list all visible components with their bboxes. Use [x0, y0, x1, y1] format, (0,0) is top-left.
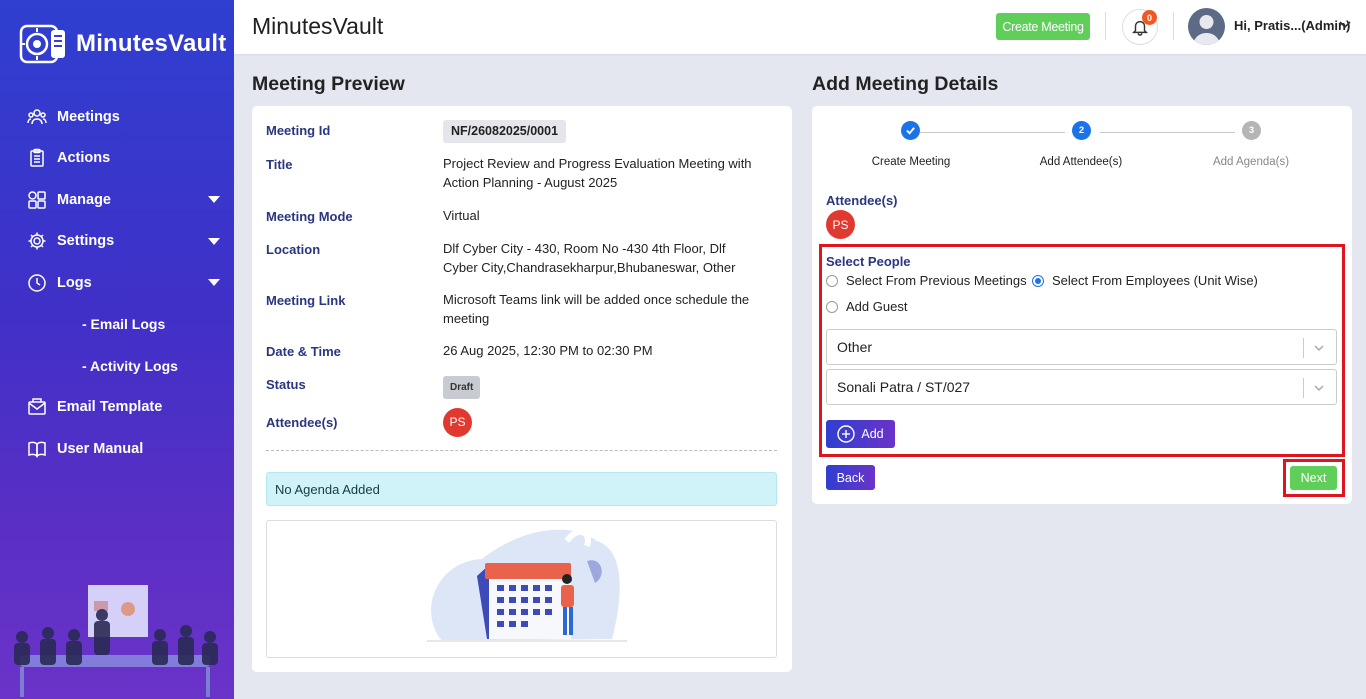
attendee-avatar: PS — [826, 210, 855, 239]
sidebar-item-email-template[interactable]: Email Template — [0, 387, 234, 429]
step-3-label: Add Agenda(s) — [1212, 156, 1290, 168]
sidebar-item-actions[interactable]: Actions — [0, 138, 234, 180]
sidebar-item-activity-logs[interactable]: - Activity Logs — [0, 345, 234, 387]
sidebar-nav: Meetings Actions Manage Settings Logs - … — [0, 96, 234, 470]
select-people-highlight — [819, 244, 1345, 457]
step-1-circle[interactable] — [901, 121, 920, 140]
location-label: Location — [266, 242, 321, 257]
preview-heading: Meeting Preview — [252, 73, 405, 95]
status-value-wrap: Draft — [443, 376, 763, 399]
mode-label: Meeting Mode — [266, 209, 353, 224]
step-connector — [1100, 132, 1235, 133]
book-icon — [26, 438, 48, 460]
sidebar-item-label: Manage — [57, 191, 111, 208]
topbar: MinutesVault Create Meeting 0 Hi, Pratis… — [234, 0, 1366, 54]
sidebar: MinutesVault Meetings Actions Manage Set… — [0, 0, 234, 699]
attendees-label: Attendee(s) — [826, 193, 898, 208]
sidebar-item-label: Email Template — [57, 399, 163, 416]
meeting-details-card: 2 3 Create Meeting Add Attendee(s) Add A… — [812, 106, 1352, 504]
location-value: Dlf Cyber City - 430, Room No -430 4th F… — [443, 241, 736, 275]
mode-value: Virtual — [443, 208, 480, 223]
brand-name: MinutesVault — [76, 30, 227, 57]
caret-down-icon — [208, 237, 220, 245]
step-2-circle[interactable]: 2 — [1072, 121, 1091, 140]
app-title: MinutesVault — [252, 13, 384, 39]
meeting-preview-card: Meeting Id NF/26082025/0001 Title Projec… — [252, 106, 792, 672]
sidebar-item-label: User Manual — [57, 440, 144, 457]
people-icon — [26, 106, 48, 128]
caret-down-icon — [208, 196, 220, 203]
vault-logo-icon — [19, 24, 65, 64]
meeting-id-value: NF/26082025/0001 — [443, 120, 567, 143]
create-meeting-button[interactable]: Create Meeting — [996, 13, 1090, 40]
back-button[interactable]: Back — [826, 465, 875, 490]
divider — [1173, 12, 1174, 40]
grid-icon — [26, 189, 48, 211]
step-connector — [920, 132, 1065, 133]
chevron-down-icon[interactable] — [1338, 18, 1352, 32]
notification-count-badge: 0 — [1142, 10, 1157, 25]
divider — [266, 450, 777, 451]
no-agenda-alert: No Agenda Added — [266, 472, 777, 506]
sidebar-item-user-manual[interactable]: User Manual — [0, 428, 234, 470]
sidebar-item-meetings[interactable]: Meetings — [0, 96, 234, 138]
sidebar-item-label: Actions — [57, 150, 111, 167]
gear-icon — [26, 230, 48, 252]
sidebar-item-label: - Activity Logs — [82, 357, 178, 374]
status-badge: Draft — [443, 376, 481, 399]
user-avatar-icon — [1193, 15, 1220, 45]
meeting-scene-illustration — [14, 585, 218, 697]
sidebar-item-label: Meetings — [57, 108, 120, 125]
step-1-label: Create Meeting — [871, 156, 951, 168]
clipboard-icon — [26, 147, 48, 169]
sidebar-item-email-logs[interactable]: - Email Logs — [0, 304, 234, 346]
sidebar-item-label: Settings — [57, 233, 115, 250]
check-icon — [906, 127, 915, 135]
sidebar-item-settings[interactable]: Settings — [0, 221, 234, 263]
history-icon — [26, 272, 48, 294]
attendees-value: PS — [443, 408, 763, 437]
avatar[interactable] — [1188, 8, 1225, 45]
status-label: Status — [266, 377, 306, 392]
title-label: Title — [266, 157, 293, 172]
sidebar-item-manage[interactable]: Manage — [0, 179, 234, 221]
envelope-icon — [26, 396, 48, 418]
calendar-illustration — [427, 529, 627, 642]
agenda-illustration-box — [266, 520, 777, 658]
datetime-value: 26 Aug 2025, 12:30 PM to 02:30 PM — [443, 343, 653, 358]
sidebar-item-label: - Email Logs — [82, 316, 166, 333]
title-value: Project Review and Progress Evaluation M… — [443, 156, 752, 190]
attendee-avatar: PS — [443, 408, 472, 437]
next-button-highlight — [1283, 459, 1345, 497]
sidebar-item-label: Logs — [57, 274, 92, 291]
attendee-chip[interactable]: PS — [826, 210, 855, 239]
attendees-label: Attendee(s) — [266, 415, 338, 430]
brand[interactable]: MinutesVault — [18, 22, 226, 66]
user-greeting[interactable]: Hi, Pratis...(Admin) — [1234, 18, 1350, 33]
caret-down-icon — [208, 279, 220, 286]
datetime-label: Date & Time — [266, 344, 341, 359]
divider — [1105, 12, 1106, 40]
meeting-id-value-wrap: NF/26082025/0001 — [443, 120, 763, 143]
sidebar-item-logs[interactable]: Logs — [0, 262, 234, 304]
link-value: Microsoft Teams link will be added once … — [443, 292, 750, 326]
step-3-circle[interactable]: 3 — [1242, 121, 1261, 140]
meeting-id-label: Meeting Id — [266, 123, 331, 138]
step-2-label: Add Attendee(s) — [1039, 156, 1123, 168]
notifications-button[interactable]: 0 — [1122, 9, 1158, 45]
link-label: Meeting Link — [266, 293, 346, 308]
details-heading: Add Meeting Details — [812, 73, 999, 95]
